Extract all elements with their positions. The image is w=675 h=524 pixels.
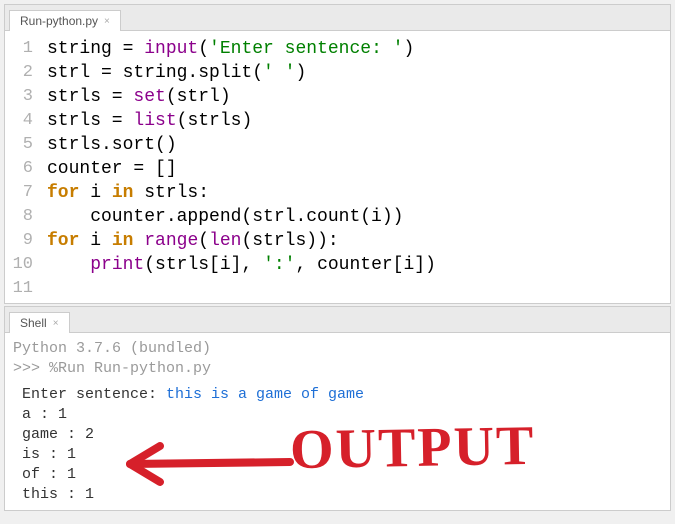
line-number: 4 xyxy=(11,109,33,133)
shell-pane: Shell × Python 3.7.6 (bundled)>>> %Run R… xyxy=(4,306,671,511)
code-line: for i in range(len(strls)): xyxy=(47,229,436,253)
code-line: counter.append(strl.count(i)) xyxy=(47,205,436,229)
shell-run-line: >>> %Run Run-python.py xyxy=(13,359,662,379)
code-line: for i in strls: xyxy=(47,181,436,205)
code-line: print(strls[i], ':', counter[i]) xyxy=(47,253,436,277)
shell-banner: Python 3.7.6 (bundled) xyxy=(13,339,662,359)
code-line: string = input('Enter sentence: ') xyxy=(47,37,436,61)
code-area[interactable]: string = input('Enter sentence: ')strl =… xyxy=(43,31,440,303)
shell-run-cmd: %Run Run-python.py xyxy=(49,360,211,377)
code-line: strls = list(strls) xyxy=(47,109,436,133)
line-number: 9 xyxy=(11,229,33,253)
line-number: 10 xyxy=(11,253,33,277)
shell-tab-label: Shell xyxy=(20,316,47,330)
editor-tab-label: Run-python.py xyxy=(20,14,98,28)
line-number: 11 xyxy=(11,277,33,301)
editor-tab[interactable]: Run-python.py × xyxy=(9,10,121,31)
shell-prompt: >>> xyxy=(13,360,49,377)
line-number: 3 xyxy=(11,85,33,109)
editor-tab-bar: Run-python.py × xyxy=(5,5,670,31)
line-number: 6 xyxy=(11,157,33,181)
shell-input-line: Enter sentence: this is a game of game xyxy=(13,385,662,405)
line-number: 2 xyxy=(11,61,33,85)
code-line: strls = set(strl) xyxy=(47,85,436,109)
line-number: 7 xyxy=(11,181,33,205)
shell-output-line: is : 1 xyxy=(13,445,662,465)
code-line: strl = string.split(' ') xyxy=(47,61,436,85)
shell-tab-bar: Shell × xyxy=(5,307,670,333)
shell-body[interactable]: Python 3.7.6 (bundled)>>> %Run Run-pytho… xyxy=(5,333,670,510)
shell-output-line: this : 1 xyxy=(13,485,662,505)
line-gutter: 1 2 3 4 5 6 7 8 9 10 11 xyxy=(5,31,43,303)
line-number: 8 xyxy=(11,205,33,229)
code-line: counter = [] xyxy=(47,157,436,181)
shell-output-line: of : 1 xyxy=(13,465,662,485)
shell-output-line: game : 2 xyxy=(13,425,662,445)
line-number: 5 xyxy=(11,133,33,157)
shell-user-input: this is a game of game xyxy=(166,386,364,403)
close-icon[interactable]: × xyxy=(104,16,110,27)
close-icon[interactable]: × xyxy=(53,318,59,329)
shell-output-line: a : 1 xyxy=(13,405,662,425)
code-line: strls.sort() xyxy=(47,133,436,157)
editor-pane: Run-python.py × 1 2 3 4 5 6 7 8 9 10 11 … xyxy=(4,4,671,304)
line-number: 1 xyxy=(11,37,33,61)
shell-tab[interactable]: Shell × xyxy=(9,312,70,333)
editor-body[interactable]: 1 2 3 4 5 6 7 8 9 10 11 string = input('… xyxy=(5,31,670,303)
